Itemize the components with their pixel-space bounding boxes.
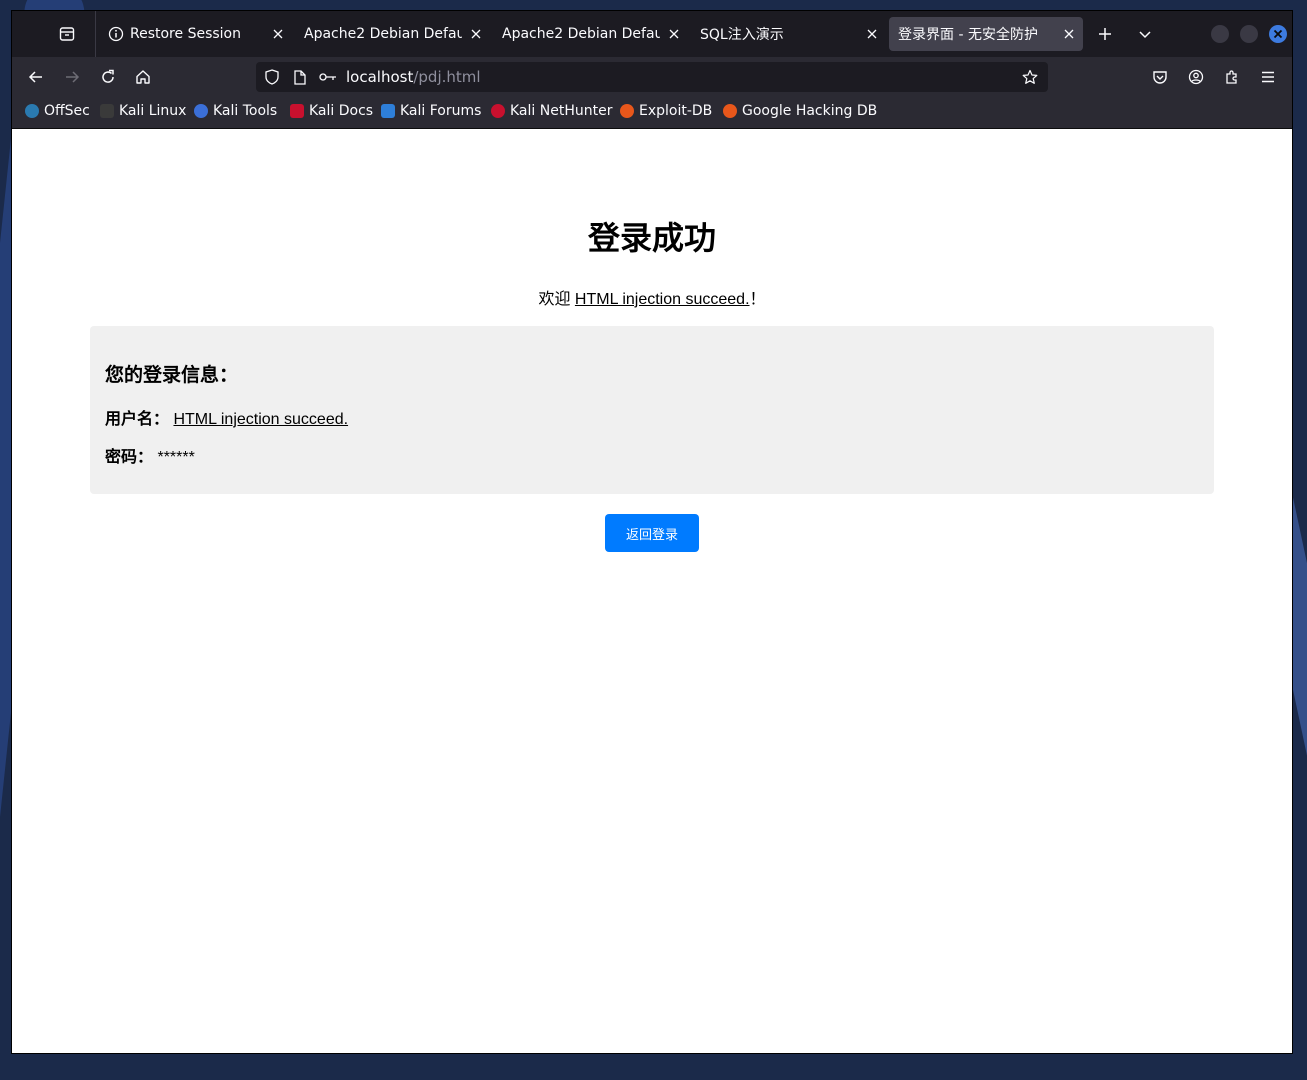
password-value: ******: [157, 449, 195, 466]
bookmark-offsec[interactable]: OffSec: [25, 103, 90, 119]
close-tab-icon[interactable]: [864, 26, 880, 42]
info-icon: [108, 26, 124, 42]
pocket-icon: [1153, 71, 1167, 84]
ghdb-icon: [723, 104, 737, 118]
close-tab-icon[interactable]: [1061, 26, 1077, 42]
minimize-button[interactable]: [1211, 25, 1229, 43]
reload-icon: [102, 69, 114, 83]
username-value: HTML injection succeed.: [173, 411, 349, 428]
welcome-suffix: ！: [749, 291, 766, 308]
bookmark-label: Exploit-DB: [639, 103, 713, 119]
plus-icon: [1099, 28, 1111, 40]
reload-button[interactable]: [96, 65, 120, 89]
extensions-button[interactable]: [1220, 65, 1244, 89]
url-host: localhost: [346, 68, 414, 86]
tab-login-page-active[interactable]: 登录界面 - 无安全防护: [889, 17, 1083, 51]
chevron-down-icon: [1139, 31, 1151, 39]
username-row: 用户名： HTML injection succeed.: [105, 405, 348, 429]
username-label: 用户名：: [105, 411, 170, 428]
arrow-right-icon: [66, 71, 80, 83]
navigation-toolbar: localhost/pdj.html: [12, 57, 1292, 97]
welcome-username: HTML injection succeed.: [574, 291, 750, 308]
page-content: 登录成功 欢迎 HTML injection succeed.！ 您的登录信息：…: [12, 129, 1292, 1053]
browser-window: Restore Session Apache2 Debian Default A…: [12, 11, 1292, 1053]
back-button[interactable]: [24, 65, 48, 89]
close-tab-icon[interactable]: [270, 26, 286, 42]
home-icon: [136, 70, 150, 84]
url-text[interactable]: localhost/pdj.html: [346, 68, 481, 86]
kali-docs-icon: [290, 104, 304, 118]
tab-title: Apache2 Debian Default: [304, 26, 462, 42]
bookmark-kali-docs[interactable]: Kali Docs: [290, 103, 373, 119]
bookmarks-toolbar: OffSec Kali Linux Kali Tools Kali Docs K…: [12, 97, 1292, 129]
bookmark-label: Kali Tools: [213, 103, 278, 119]
login-info-panel: 您的登录信息： 用户名： HTML injection succeed. 密码：…: [90, 326, 1214, 494]
exploit-db-icon: [620, 104, 634, 118]
account-icon: [1188, 69, 1204, 85]
page-title: 登录成功: [587, 220, 716, 256]
bookmark-google-hacking-db[interactable]: Google Hacking DB: [723, 103, 877, 119]
bookmark-exploit-db[interactable]: Exploit-DB: [620, 103, 712, 119]
bookmark-star-icon[interactable]: [1022, 69, 1038, 85]
bookmark-kali-tools[interactable]: Kali Tools: [194, 103, 277, 119]
tab-title: SQL注入演示: [700, 27, 784, 43]
kali-tools-icon: [194, 104, 208, 118]
tab-title: 登录界面 - 无安全防护: [898, 27, 1038, 43]
key-icon[interactable]: [318, 69, 338, 85]
hamburger-menu-icon: [1262, 71, 1274, 83]
puzzle-icon: [1226, 70, 1237, 84]
close-icon: [1273, 29, 1283, 39]
tab-bar: Restore Session Apache2 Debian Default A…: [12, 11, 1292, 57]
kali-forums-icon: [381, 104, 395, 118]
tab-title: Apache2 Debian Default: [502, 26, 660, 42]
menu-button[interactable]: [1256, 65, 1280, 89]
welcome-message: 欢迎 HTML injection succeed.！: [12, 285, 1292, 309]
nethunter-icon: [491, 104, 505, 118]
list-all-tabs-button[interactable]: [1134, 23, 1156, 45]
arrow-left-icon: [28, 71, 42, 83]
bookmark-label: Kali Forums: [400, 103, 482, 119]
bookmark-label: OffSec: [44, 103, 90, 119]
tab-apache2-1[interactable]: Apache2 Debian Default: [302, 17, 490, 51]
new-tab-button[interactable]: [1094, 23, 1116, 45]
forward-button[interactable]: [60, 65, 84, 89]
shield-icon[interactable]: [264, 69, 280, 85]
close-tab-icon[interactable]: [468, 26, 484, 42]
back-to-login-button[interactable]: 返回登录: [605, 514, 699, 552]
url-bar[interactable]: localhost/pdj.html: [256, 62, 1048, 92]
welcome-prefix: 欢迎: [538, 291, 575, 308]
firefox-view-button[interactable]: [56, 23, 78, 45]
tab-sql-injection-demo[interactable]: SQL注入演示: [698, 17, 886, 51]
password-label: 密码：: [105, 449, 154, 466]
firefox-view-icon: [59, 27, 75, 41]
home-button[interactable]: [131, 65, 155, 89]
offsec-icon: [25, 104, 39, 118]
tab-title: Restore Session: [130, 26, 241, 42]
tab-apache2-2[interactable]: Apache2 Debian Default: [500, 17, 688, 51]
close-window-button[interactable]: [1269, 25, 1287, 43]
close-tab-icon[interactable]: [666, 26, 682, 42]
maximize-button[interactable]: [1240, 25, 1258, 43]
pocket-button[interactable]: [1148, 65, 1172, 89]
page-icon[interactable]: [292, 69, 308, 85]
bookmark-kali-nethunter[interactable]: Kali NetHunter: [491, 103, 612, 119]
bookmark-label: Google Hacking DB: [742, 103, 878, 119]
url-path: /pdj.html: [413, 68, 481, 86]
account-button[interactable]: [1184, 65, 1208, 89]
info-heading: 您的登录信息：: [105, 365, 239, 386]
password-row: 密码： ******: [105, 443, 195, 467]
bookmark-kali-linux[interactable]: Kali Linux: [100, 103, 186, 119]
bookmark-label: Kali Linux: [119, 103, 187, 119]
tab-separator: [95, 11, 96, 57]
bookmark-label: Kali NetHunter: [510, 103, 613, 119]
bookmark-label: Kali Docs: [309, 103, 374, 119]
tab-restore-session[interactable]: Restore Session: [104, 17, 292, 51]
bookmark-kali-forums[interactable]: Kali Forums: [381, 103, 481, 119]
kali-dragon-icon: [100, 104, 114, 118]
